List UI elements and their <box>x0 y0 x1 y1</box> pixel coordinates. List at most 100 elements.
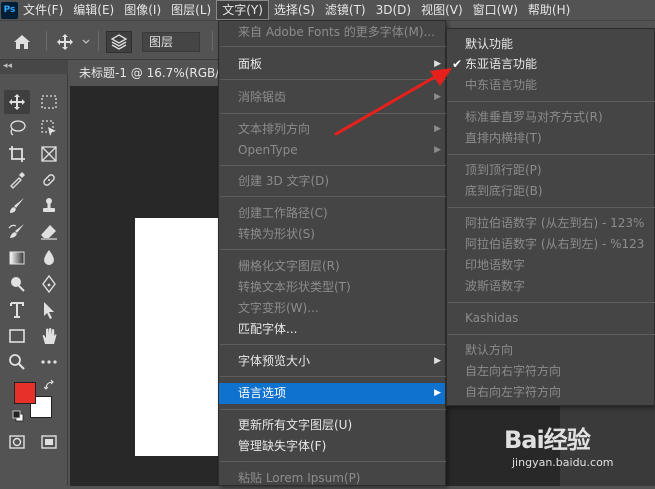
photoshop-logo-icon[interactable]: Ps <box>1 1 18 19</box>
move-tool-icon[interactable] <box>4 90 30 114</box>
menu-match-font[interactable]: 匹配字体... <box>219 319 445 340</box>
object-selection-tool-icon[interactable] <box>36 116 62 140</box>
quick-mask-icon[interactable] <box>4 430 30 454</box>
menu-label: 更新所有文字图层(U) <box>238 418 353 432</box>
menu-label: 中东语言功能 <box>465 78 538 92</box>
menu-label: 转换为形状(S) <box>238 227 315 241</box>
menu-image[interactable]: 图像(I) <box>119 0 166 20</box>
menu-type[interactable]: 文字(Y) <box>216 0 269 20</box>
menu-update-all-text-layers[interactable]: 更新所有文字图层(U) <box>219 415 445 436</box>
baidu-watermark: Bai经验 jingyan.baidu.com <box>500 420 650 480</box>
swap-colors-icon[interactable] <box>43 379 56 392</box>
rectangle-tool-icon[interactable] <box>4 324 30 348</box>
menu-convert-to-shape[interactable]: 转换为形状(S) <box>219 224 445 245</box>
submenu-bottom-to-bottom-leading[interactable]: 底到底行距(B) <box>447 181 654 202</box>
path-selection-tool-icon[interactable] <box>36 298 62 322</box>
blur-tool-icon[interactable] <box>36 246 62 270</box>
hand-tool-icon[interactable] <box>36 324 62 348</box>
submenu-farsi-digits[interactable]: 波斯语数字 <box>447 276 654 297</box>
eraser-tool-icon[interactable] <box>36 220 62 244</box>
clone-stamp-tool-icon[interactable] <box>36 194 62 218</box>
auto-select-target-dropdown[interactable]: 图层 <box>142 32 200 52</box>
menu-convert-text-shape-type[interactable]: 转换文本形状类型(T) <box>219 277 445 298</box>
submenu-default-features[interactable]: 默认功能 <box>447 34 654 55</box>
menu-3d[interactable]: 3D(D) <box>371 0 416 20</box>
menu-manage-missing-fonts[interactable]: 管理缺失字体(F) <box>219 436 445 457</box>
foreground-color-swatch[interactable] <box>14 382 36 404</box>
submenu-default-direction[interactable]: 默认方向 <box>447 340 654 361</box>
submenu-arabic-digits-ltr[interactable]: 阿拉伯语数字 (从左到右) - 123% <box>447 213 654 234</box>
history-brush-tool-icon[interactable] <box>4 220 30 244</box>
home-icon[interactable] <box>10 31 34 53</box>
submenu-rtl-character-direction[interactable]: 自右向左字符方向 <box>447 382 654 403</box>
menu-create-work-path[interactable]: 创建工作路径(C) <box>219 203 445 224</box>
menu-label: 阿拉伯语数字 (从左到右) - 123% <box>465 216 645 230</box>
menu-select[interactable]: 选择(S) <box>269 0 320 20</box>
move-tool-preset-icon[interactable] <box>54 31 94 53</box>
menu-label: 匹配字体... <box>238 322 298 336</box>
dodge-tool-icon[interactable] <box>4 272 30 296</box>
submenu-arabic-digits-rtl[interactable]: 阿拉伯语数字 (从右到左) - %123 <box>447 234 654 255</box>
menu-file[interactable]: 文件(F) <box>18 0 68 20</box>
menu-warp-text[interactable]: 文字变形(W)... <box>219 298 445 319</box>
menu-opentype[interactable]: OpenType ▶ <box>219 140 445 161</box>
lasso-tool-icon[interactable] <box>4 116 30 140</box>
menu-rasterize-type-layer[interactable]: 栅格化文字图层(R) <box>219 256 445 277</box>
menu-window[interactable]: 窗口(W) <box>468 0 523 20</box>
auto-select-layers-icon[interactable] <box>106 31 132 53</box>
menu-label: 栅格化文字图层(R) <box>238 259 340 273</box>
menu-label: 消除锯齿 <box>238 90 287 104</box>
menu-view[interactable]: 视图(V) <box>416 0 468 20</box>
submenu-standard-vertical-roman[interactable]: 标准垂直罗马对齐方式(R) <box>447 107 654 128</box>
menu-help[interactable]: 帮助(H) <box>523 0 575 20</box>
brush-tool-icon[interactable] <box>4 194 30 218</box>
more-tools-icon[interactable] <box>36 350 62 374</box>
submenu-ltr-character-direction[interactable]: 自左向右字符方向 <box>447 361 654 382</box>
menu-label: 粘贴 Lorem Ipsum(P) <box>238 471 361 485</box>
submenu-kashidas[interactable]: Kashidas <box>447 308 654 329</box>
collapse-panel-icon[interactable]: ◂◂ <box>0 60 68 74</box>
submenu-middle-eastern-features[interactable]: 中东语言功能 <box>447 75 654 96</box>
menu-label: 直排内横排(T) <box>465 131 542 145</box>
language-options-submenu: 默认功能 ✔ 东亚语言功能 中东语言功能 标准垂直罗马对齐方式(R) 直排内横排(… <box>446 28 655 406</box>
watermark-url: jingyan.baidu.com <box>512 456 614 469</box>
submenu-arrow-icon: ▶ <box>434 145 441 155</box>
annotation-arrow-icon <box>334 68 452 136</box>
menu-label: 字体预览大小 <box>238 354 311 368</box>
submenu-east-asian-features[interactable]: ✔ 东亚语言功能 <box>447 54 654 75</box>
menu-filter[interactable]: 滤镜(T) <box>320 0 371 20</box>
menu-label: 语言选项 <box>238 386 287 400</box>
zoom-tool-icon[interactable] <box>4 350 30 374</box>
menu-edit[interactable]: 编辑(E) <box>68 0 119 20</box>
menu-label: 印地语数字 <box>465 258 526 272</box>
menu-bar: Ps 文件(F) 编辑(E) 图像(I) 图层(L) 文字(Y) 选择(S) 滤… <box>0 0 655 20</box>
tools-panel: ◂◂ <box>0 60 68 486</box>
menu-layer[interactable]: 图层(L) <box>166 0 216 20</box>
submenu-top-to-top-leading[interactable]: 顶到顶行距(P) <box>447 160 654 181</box>
frame-tool-icon[interactable] <box>36 142 62 166</box>
marquee-tool-icon[interactable] <box>36 90 62 114</box>
menu-label: 波斯语数字 <box>465 279 526 293</box>
type-tool-icon[interactable] <box>4 298 30 322</box>
menu-label: 底到底行距(B) <box>465 184 543 198</box>
menu-font-preview-size[interactable]: 字体预览大小 ▶ <box>219 351 445 372</box>
gradient-tool-icon[interactable] <box>4 246 30 270</box>
menu-language-options[interactable]: 语言选项 ▶ <box>219 383 445 404</box>
submenu-arrow-icon: ▶ <box>434 356 441 366</box>
document-tab[interactable]: 未标题-1 @ 16.7%(RGB/8) <box>70 60 222 86</box>
default-colors-icon[interactable] <box>12 410 24 422</box>
submenu-hindi-digits[interactable]: 印地语数字 <box>447 255 654 276</box>
watermark-logo: Bai经验 <box>504 426 591 454</box>
crop-tool-icon[interactable] <box>4 142 30 166</box>
menu-label: 自左向右字符方向 <box>465 364 562 378</box>
screen-mode-icon[interactable] <box>36 430 62 454</box>
canvas[interactable] <box>135 218 222 456</box>
menu-create-3d-text[interactable]: 创建 3D 文字(D) <box>219 171 445 192</box>
menu-label: 创建 3D 文字(D) <box>238 174 330 188</box>
healing-brush-tool-icon[interactable] <box>36 168 62 192</box>
submenu-tate-chu-yoko[interactable]: 直排内横排(T) <box>447 128 654 149</box>
menu-more-adobe-fonts[interactable]: 来自 Adobe Fonts 的更多字体(M)... <box>219 22 445 43</box>
eyedropper-tool-icon[interactable] <box>4 168 30 192</box>
menu-label: 顶到顶行距(P) <box>465 163 542 177</box>
pen-tool-icon[interactable] <box>36 272 62 296</box>
